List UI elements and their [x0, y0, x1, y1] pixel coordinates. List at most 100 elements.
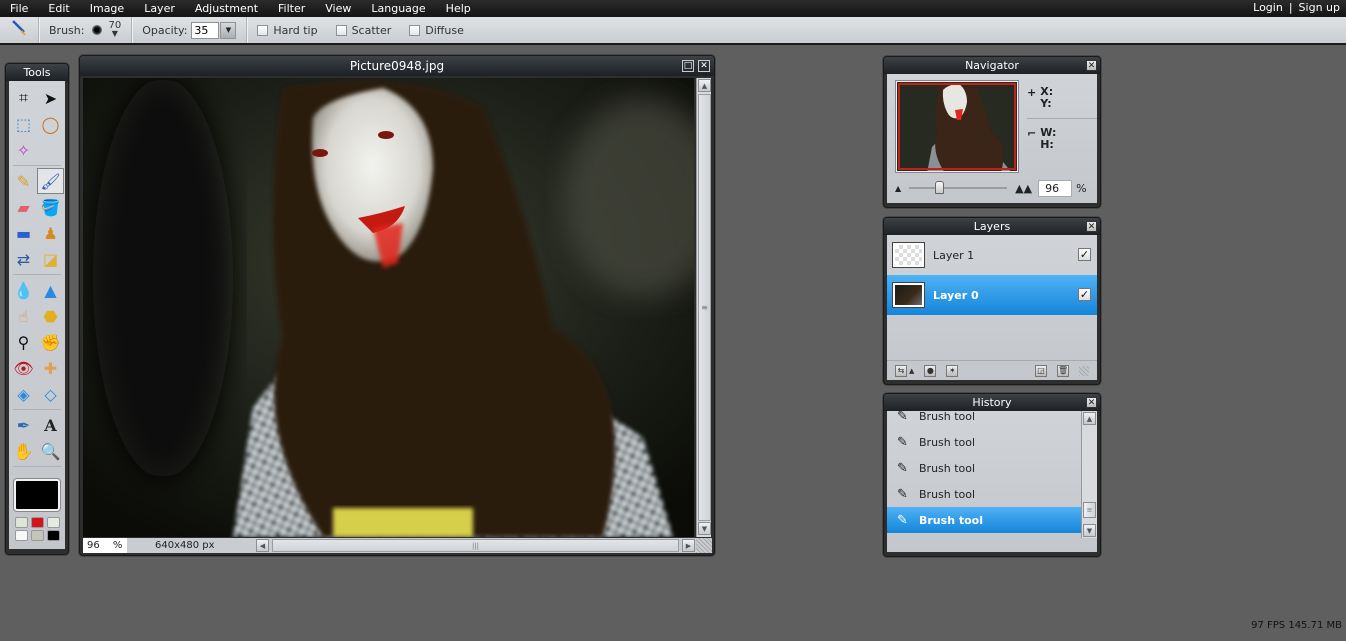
close-history-button[interactable]: ✕	[1086, 397, 1097, 408]
zoom-out-icon[interactable]: ▲	[895, 184, 901, 193]
opacity-dropdown-button[interactable]: ▼	[220, 21, 237, 39]
tool-color-replace[interactable]: ⇄	[10, 246, 37, 272]
tool-hand[interactable]: ✋	[10, 438, 37, 464]
tool-sharpen[interactable]: ▲	[37, 277, 64, 303]
history-scroll-thumb[interactable]: ≡	[1083, 502, 1096, 518]
horizontal-scroll-thumb[interactable]: |||	[272, 539, 679, 552]
hard-tip-option[interactable]: Hard tip	[257, 24, 318, 37]
menu-file[interactable]: File	[0, 2, 38, 15]
layer-item-layer-1[interactable]: Layer 1 ✓	[887, 235, 1097, 275]
close-layers-button[interactable]: ✕	[1086, 221, 1097, 232]
tool-shape[interactable]: ◪	[37, 246, 64, 272]
tool-zoom[interactable]: 🔍	[37, 438, 64, 464]
navigator-thumbnail[interactable]	[895, 80, 1019, 173]
history-item-current[interactable]: ✎ Brush tool	[887, 507, 1082, 533]
menu-view[interactable]: View	[315, 2, 361, 15]
close-navigator-button[interactable]: ✕	[1086, 60, 1097, 71]
tool-pinch[interactable]: ◇	[37, 381, 64, 407]
horizontal-scrollbar[interactable]: ◀ ||| ▶	[255, 539, 696, 552]
opacity-input[interactable]	[191, 21, 220, 39]
color-swatch[interactable]	[14, 517, 28, 528]
scroll-down-button[interactable]: ▼	[1083, 524, 1096, 537]
zoom-field[interactable]: 96 %	[83, 538, 127, 553]
scroll-down-button[interactable]: ▼	[698, 522, 711, 535]
tool-type[interactable]: A	[37, 412, 64, 438]
scroll-up-button[interactable]: ▲	[1083, 412, 1096, 425]
tool-burn[interactable]: ✊	[37, 329, 64, 355]
viewport-rectangle[interactable]	[898, 83, 1016, 170]
resize-grip[interactable]	[696, 538, 712, 553]
color-swatch[interactable]	[30, 517, 44, 528]
color-swatch[interactable]	[14, 530, 28, 541]
tool-brush[interactable]: 🖌	[37, 168, 64, 194]
close-document-button[interactable]: ✕	[698, 60, 710, 72]
diffuse-checkbox[interactable]	[409, 24, 421, 36]
tool-move[interactable]: ➤	[37, 85, 64, 111]
tool-magic-wand[interactable]: ✧	[10, 137, 37, 163]
layer-visibility-checkbox[interactable]: ✓	[1078, 288, 1091, 301]
tool-color-picker[interactable]: ✒	[10, 412, 37, 438]
menu-edit[interactable]: Edit	[38, 2, 79, 15]
tool-paint-bucket[interactable]: 🪣	[37, 194, 64, 220]
zoom-in-icon[interactable]: ▲▲	[1015, 182, 1032, 195]
zoom-slider-handle[interactable]	[935, 181, 945, 194]
tool-bloat[interactable]: ◈	[10, 381, 37, 407]
color-swatch[interactable]	[46, 530, 60, 541]
color-swatch[interactable]	[46, 517, 60, 528]
tool-spot-heal[interactable]: ✚	[37, 355, 64, 381]
history-item[interactable]: ✎ Brush tool	[887, 455, 1082, 481]
tool-red-eye[interactable]: 👁	[10, 355, 37, 381]
tool-dodge[interactable]: ⚲	[10, 329, 37, 355]
brush-size-dropdown[interactable]: 70 ▼	[108, 21, 121, 38]
primary-color-swatch[interactable]	[14, 479, 60, 511]
tool-eraser[interactable]: ▰	[10, 194, 37, 220]
maximize-button[interactable]: □	[682, 60, 694, 72]
layer-item-layer-0[interactable]: Layer 0 ✓	[887, 275, 1097, 315]
menu-help[interactable]: Help	[436, 2, 481, 15]
vertical-scroll-thumb[interactable]: ≡	[698, 94, 711, 521]
tool-blur[interactable]: 💧	[10, 277, 37, 303]
tool-marquee[interactable]: ⬚	[10, 111, 37, 137]
hard-tip-checkbox[interactable]	[257, 24, 269, 36]
layer-styles-icon[interactable]: ✶	[946, 364, 959, 377]
tool-crop[interactable]: ⌗	[10, 85, 37, 111]
history-item[interactable]: ✎ Brush tool	[887, 411, 1082, 429]
scatter-checkbox[interactable]	[335, 24, 347, 36]
history-item[interactable]: ✎ Brush tool	[887, 481, 1082, 507]
delete-layer-icon[interactable]: 🗑	[1057, 364, 1069, 377]
menu-adjustment[interactable]: Adjustment	[185, 2, 268, 15]
menu-layer[interactable]: Layer	[134, 2, 185, 15]
image-canvas[interactable]	[83, 78, 694, 537]
document-title[interactable]: Picture0948.jpg □ ✕	[80, 56, 714, 76]
scroll-right-button[interactable]: ▶	[682, 539, 695, 552]
menu-filter[interactable]: Filter	[268, 2, 315, 15]
brush-selector[interactable]: Brush: 70 ▼	[39, 17, 133, 43]
layer-mask-icon[interactable]: ●	[924, 364, 937, 377]
scroll-up-button[interactable]: ▲	[698, 79, 711, 92]
history-scrollbar[interactable]: ▲ ≡ ▼	[1081, 411, 1097, 538]
signup-link[interactable]: Sign up	[1299, 1, 1340, 14]
menu-image[interactable]: Image	[80, 2, 134, 15]
menu-language[interactable]: Language	[361, 2, 435, 15]
diffuse-option[interactable]: Diffuse	[409, 24, 464, 37]
layer-visibility-checkbox[interactable]: ✓	[1078, 248, 1091, 261]
resize-grip[interactable]	[1079, 365, 1089, 376]
tool-gradient[interactable]: ▬	[10, 220, 37, 246]
tool-sponge[interactable]: ⬣	[37, 303, 64, 329]
document-filename: Picture0948.jpg	[349, 59, 445, 73]
layer-settings-icon[interactable]: ⇆	[895, 364, 907, 377]
tool-lasso[interactable]: ◯	[37, 111, 64, 137]
tool-pencil[interactable]: ✎	[10, 168, 37, 194]
zoom-slider[interactable]	[909, 181, 1008, 194]
history-item[interactable]: ✎ Brush tool	[887, 429, 1082, 455]
scroll-left-button[interactable]: ◀	[256, 539, 269, 552]
layer-settings-caret-icon[interactable]: ▲	[909, 367, 914, 375]
scatter-option[interactable]: Scatter	[335, 24, 391, 37]
tool-smudge[interactable]: ☝	[10, 303, 37, 329]
vertical-scrollbar[interactable]: ▲ ≡ ▼	[696, 78, 711, 537]
color-swatch[interactable]	[30, 530, 44, 541]
navigator-zoom-input[interactable]: 96	[1038, 179, 1073, 197]
tool-clone-stamp[interactable]: ♟	[37, 220, 64, 246]
login-link[interactable]: Login	[1253, 1, 1283, 14]
new-layer-icon[interactable]: ◲	[1035, 364, 1047, 377]
